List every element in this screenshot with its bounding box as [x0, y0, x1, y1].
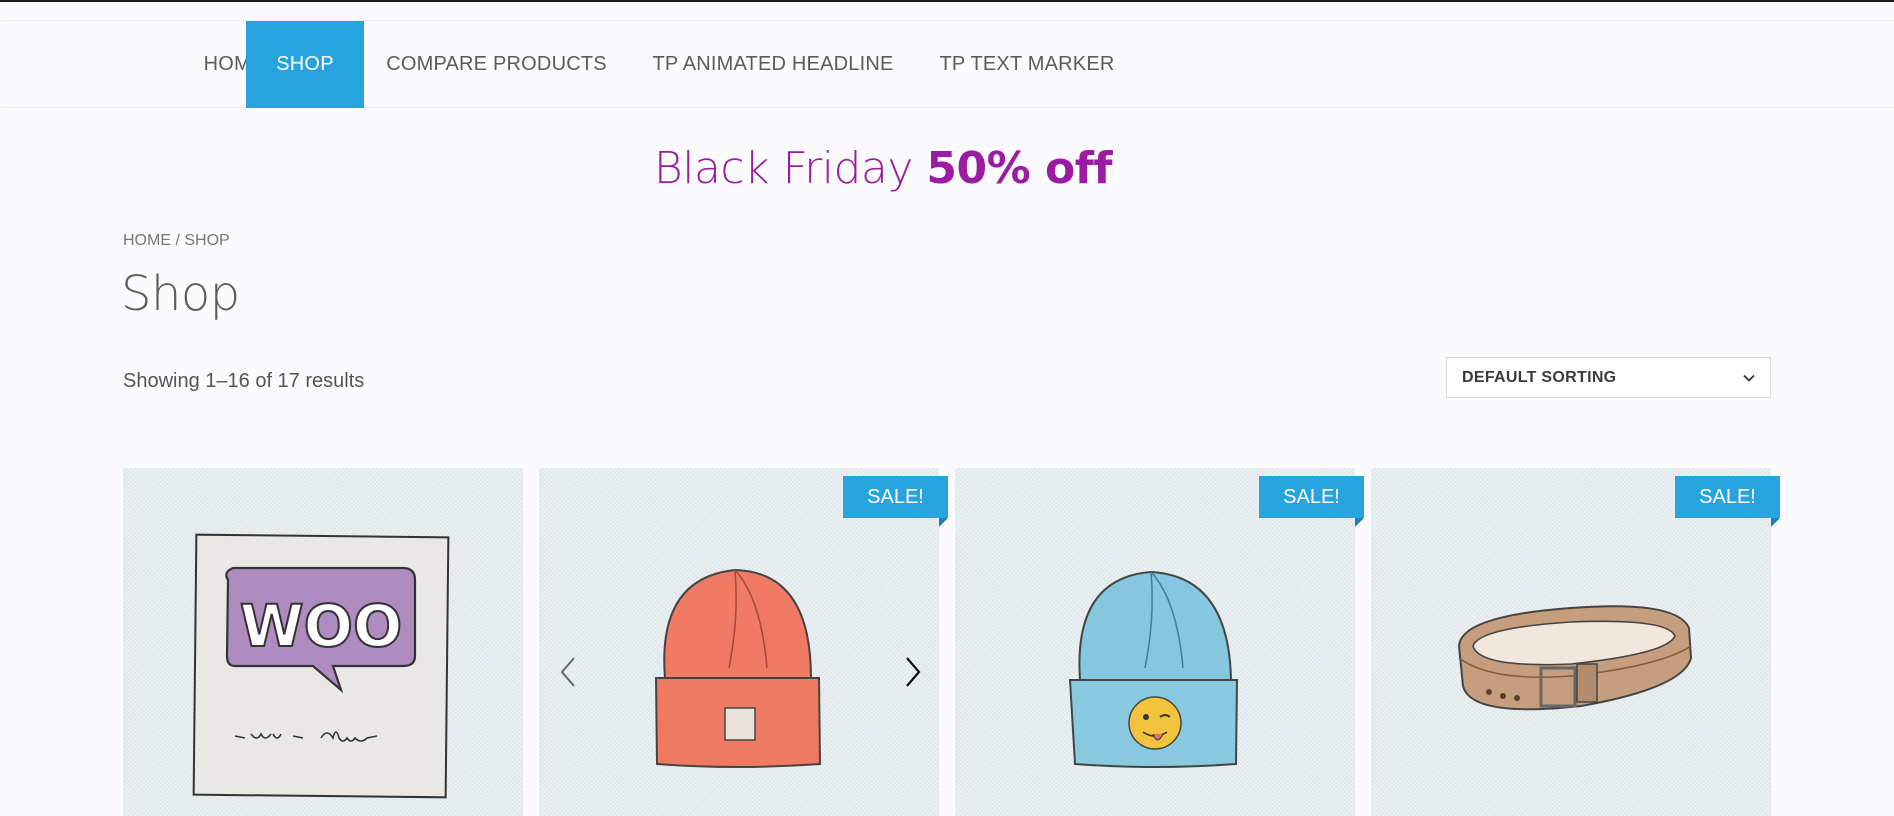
nav-item-shop[interactable]: SHOP [246, 21, 364, 108]
orange-beanie-image [654, 568, 822, 768]
belt-image [1457, 605, 1693, 711]
product-card-belt[interactable] [1371, 468, 1771, 816]
sale-badge: SALE! [1675, 476, 1780, 527]
gallery-prev-arrow[interactable] [556, 654, 582, 690]
chevron-left-icon [560, 657, 575, 687]
promo-headline: Black Friday 50% off [0, 143, 1766, 194]
sale-badge: SALE! [843, 476, 948, 527]
page-title: Shop [121, 266, 240, 322]
breadcrumb: HOME / SHOP [123, 232, 230, 250]
sale-badge: SALE! [1259, 476, 1364, 527]
chevron-right-icon [906, 657, 921, 687]
breadcrumb-current: SHOP [184, 232, 230, 249]
breadcrumb-home-link[interactable]: HOME [123, 232, 171, 249]
breadcrumb-separator: / [171, 232, 185, 249]
promo-highlight: 50% off [926, 143, 1113, 194]
sort-selected-value: DEFAULT SORTING [1462, 368, 1617, 386]
nav-item-tp-text-marker[interactable]: TP TEXT MARKER [932, 21, 1122, 108]
svg-text:WOO: WOO [240, 592, 403, 660]
product-card-orange-beanie[interactable] [539, 468, 939, 816]
woo-album-image: WOO [192, 533, 450, 799]
top-border [0, 0, 1894, 2]
nav-item-tp-animated-headline[interactable]: TP ANIMATED HEADLINE [643, 21, 903, 108]
product-card-woo-album[interactable]: WOO [123, 468, 523, 816]
sort-select[interactable]: DEFAULT SORTING [1446, 357, 1771, 398]
nav-item-compare-products[interactable]: COMPARE PRODUCTS [385, 21, 608, 108]
promo-text: Black Friday [653, 143, 914, 194]
blue-beanie-image [1068, 570, 1239, 768]
product-card-blue-beanie[interactable] [955, 468, 1355, 816]
chevron-down-icon [1743, 374, 1755, 382]
result-count: Showing 1–16 of 17 results [123, 370, 365, 392]
gallery-next-arrow[interactable] [899, 654, 925, 690]
main-navigation: HOME SHOP COMPARE PRODUCTS TP ANIMATED H… [0, 20, 1894, 108]
